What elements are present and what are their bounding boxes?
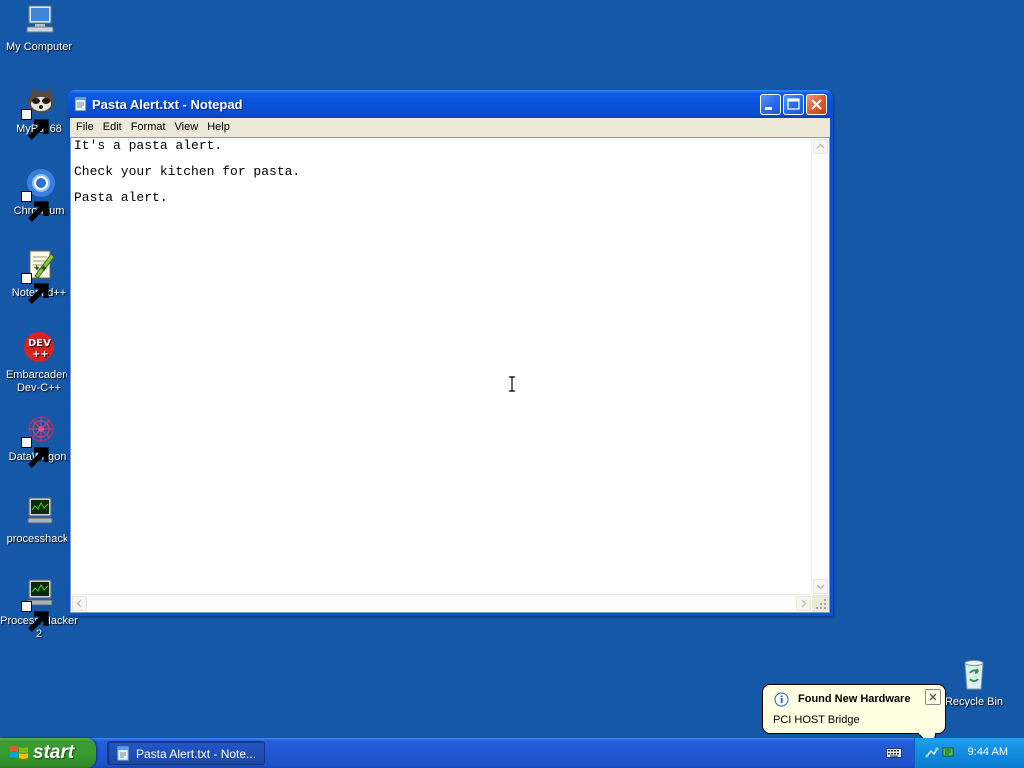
text-editor[interactable]: It's a pasta alert. Check your kitchen fo… [70,137,830,613]
balloon-body: PCI HOST Bridge [773,714,860,726]
horizontal-scrollbar[interactable] [71,594,812,612]
chevron-up-icon [816,143,825,149]
editor-line: Pasta alert. [74,190,168,205]
close-icon [811,99,822,110]
minimize-button[interactable] [760,94,781,115]
scroll-down-button[interactable] [813,579,828,594]
processhacker2-icon [21,576,57,632]
editor-line: Check your kitchen for pasta. [74,164,301,179]
chevron-down-icon [816,584,825,590]
maximize-icon [787,98,800,110]
my-computer-icon [21,2,57,38]
chevron-right-icon [801,599,807,608]
window-titlebar[interactable]: Pasta Alert.txt - Notepad [67,90,833,118]
editor-line: It's a pasta alert. [74,138,223,153]
close-icon [929,693,937,701]
svg-text:++: ++ [32,349,49,360]
notepad-icon [74,96,88,112]
window-title: Pasta Alert.txt - Notepad [92,97,243,112]
notification-balloon[interactable]: Found New Hardware PCI HOST Bridge [762,684,946,734]
resize-grip[interactable] [812,595,829,612]
desktop-icon-label: Recycle Bin [944,696,1004,708]
system-tray: 9:44 AM [914,738,1024,768]
windows-logo-icon [9,744,29,762]
scroll-right-button[interactable] [796,596,811,611]
shortcut-arrow-icon [21,109,49,140]
maximize-button[interactable] [783,94,804,115]
taskbar-button-label: Pasta Alert.txt - Note... [136,747,257,761]
taskbar: start Pasta Alert.txt - Note... 9:44 AM [0,738,1024,768]
processhacker-icon [21,494,57,530]
ibeam-cursor-icon [508,376,516,392]
balloon-close-button[interactable] [925,689,941,705]
notepad-window[interactable]: Pasta Alert.txt - Notepad File Edit Format… [67,90,833,616]
desktop-icon-my-computer[interactable]: My Computer [0,2,78,54]
svg-text:++: ++ [33,263,46,272]
devcpp-icon: DEV ++ [21,330,57,366]
balloon-title: Found New Hardware [798,693,911,705]
chromium-icon [21,166,57,222]
keyboard-icon[interactable] [886,747,902,759]
recycle-bin-icon [956,657,992,693]
vertical-scrollbar[interactable] [811,138,829,595]
desktop-icon-label: My Computer [5,41,73,53]
desktop-icon-recycle-bin[interactable]: Recycle Bin [935,657,1013,709]
close-button[interactable] [806,94,827,115]
svg-text:DEV: DEV [28,338,51,349]
start-button[interactable]: start [0,738,96,768]
notepadpp-icon: ++ [21,248,57,304]
info-icon [774,692,789,707]
clock[interactable]: 9:44 AM [968,746,1008,758]
minimize-icon [765,107,772,110]
mypal-icon [21,84,57,140]
resize-grip-icon [816,599,826,609]
chevron-left-icon [76,599,82,608]
notepad-icon [117,746,130,761]
scroll-up-button[interactable] [813,139,828,154]
taskbar-button-notepad[interactable]: Pasta Alert.txt - Note... [107,741,265,765]
datawagon-icon [21,412,57,468]
shortcut-arrow-icon [21,191,49,222]
shortcut-arrow-icon [21,601,49,632]
scroll-left-button[interactable] [72,596,87,611]
hardware-icon[interactable] [941,745,955,759]
shortcut-arrow-icon [21,437,49,468]
editor-text-area[interactable]: It's a pasta alert. Check your kitchen fo… [73,138,812,595]
shortcut-arrow-icon [21,273,49,304]
start-label: start [33,742,75,763]
network-icon[interactable] [925,745,939,759]
